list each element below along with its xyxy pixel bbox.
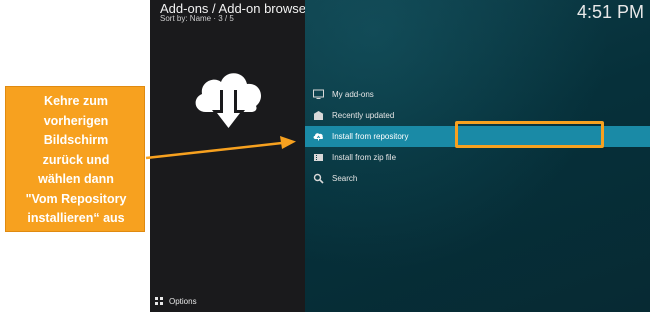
cloud-upload-icon	[313, 133, 324, 141]
options-button[interactable]: Options	[154, 296, 197, 306]
kodi-screen: Add-ons / Add-on browser Sort by: Name ·…	[150, 0, 650, 312]
menu-item-label: Install from repository	[332, 132, 409, 141]
clock: 4:51 PM	[576, 2, 644, 22]
annotation-line: Bildschirm	[43, 133, 109, 147]
menu-item-my-addons[interactable]: My add-ons	[305, 84, 650, 105]
annotation-line: zurück und	[42, 152, 110, 167]
menu-item-label: Install from zip file	[332, 153, 397, 162]
annotation-line: wählen dann	[38, 172, 114, 186]
menu-item-label: Search	[332, 174, 358, 183]
annotation-highlight-box	[455, 121, 604, 148]
cloud-download-icon	[195, 73, 262, 132]
annotation-line: installieren“ aus	[27, 211, 125, 225]
options-icon	[155, 297, 163, 305]
left-pane: Add-ons / Add-on browser Sort by: Name ·…	[150, 0, 310, 312]
annotation-line: Kehre zum	[44, 94, 108, 108]
zip-icon	[314, 154, 323, 161]
annotation-line: "Vom Repository	[25, 191, 127, 206]
monitor-icon	[313, 89, 324, 99]
search-icon	[313, 173, 324, 184]
sort-info: Sort by: Name · 3 / 5	[160, 14, 234, 23]
annotation-line: vorherigen	[43, 113, 109, 128]
annotation-callout: Kehre zum vorherigen Bildschirm zurück u…	[5, 86, 145, 232]
menu-item-label: My add-ons	[332, 90, 374, 99]
annotation-text: Kehre zum vorherigen Bildschirm zurück u…	[6, 92, 146, 229]
box-icon	[313, 111, 324, 120]
menu-item-install-from-zip[interactable]: Install from zip file	[305, 147, 650, 168]
menu-item-search[interactable]: Search	[305, 168, 650, 189]
options-label: Options	[169, 297, 197, 306]
menu-item-label: Recently updated	[332, 111, 395, 120]
